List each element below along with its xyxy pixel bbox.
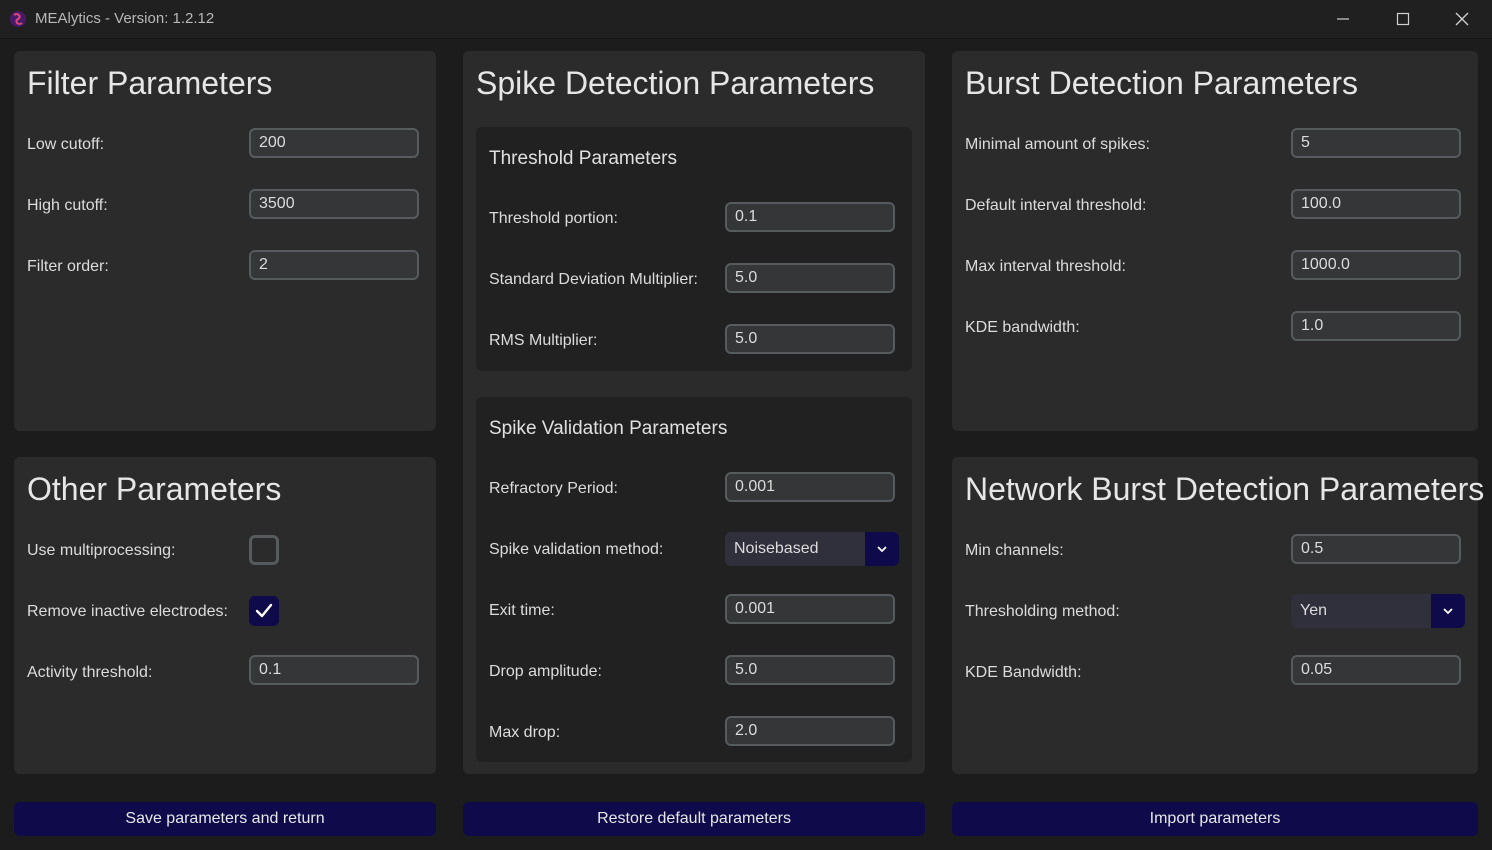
min-channels-label: Min channels: <box>965 542 1064 559</box>
low-cutoff-input[interactable] <box>249 128 419 158</box>
high-cutoff-label: High cutoff: <box>27 197 108 214</box>
network-burst-title: Network Burst Detection Parameters <box>965 471 1485 507</box>
filter-parameters-title: Filter Parameters <box>27 65 273 101</box>
validation-method-value: Noisebased <box>725 532 865 566</box>
title-bar: MEAlytics - Version: 1.2.12 <box>0 0 1492 39</box>
activity-threshold-label: Activity threshold: <box>27 664 153 681</box>
chevron-down-icon[interactable] <box>865 532 899 566</box>
spike-validation-subpanel: Spike Validation Parameters Refractory P… <box>476 397 912 762</box>
kde-bandwidth-input[interactable] <box>1291 311 1461 341</box>
network-kde-bandwidth-label: KDE Bandwidth: <box>965 664 1082 681</box>
kde-bandwidth-label: KDE bandwidth: <box>965 319 1080 336</box>
rms-multiplier-input[interactable] <box>725 324 895 354</box>
other-parameters-panel: Other Parameters Use multiprocessing: Re… <box>14 457 436 774</box>
thresholding-method-dropdown[interactable]: Yen <box>1291 594 1465 628</box>
refractory-period-input[interactable] <box>725 472 895 502</box>
thresholding-method-value: Yen <box>1291 594 1431 628</box>
refractory-period-label: Refractory Period: <box>489 480 618 497</box>
filter-order-input[interactable] <box>249 250 419 280</box>
checkmark-icon <box>255 603 273 618</box>
threshold-portion-label: Threshold portion: <box>489 210 618 227</box>
min-spikes-input[interactable] <box>1291 128 1461 158</box>
network-kde-bandwidth-input[interactable] <box>1291 655 1461 685</box>
std-multiplier-label: Standard Deviation Multiplier: <box>489 271 698 288</box>
restore-defaults-button[interactable]: Restore default parameters <box>463 802 925 836</box>
max-interval-label: Max interval threshold: <box>965 258 1126 275</box>
drop-amplitude-label: Drop amplitude: <box>489 663 602 680</box>
drop-amplitude-input[interactable] <box>725 655 895 685</box>
multiprocessing-label: Use multiprocessing: <box>27 542 176 559</box>
multiprocessing-checkbox[interactable] <box>249 535 279 565</box>
network-burst-panel: Network Burst Detection Parameters Min c… <box>952 457 1484 774</box>
remove-inactive-checkbox[interactable] <box>249 596 279 626</box>
close-icon <box>1455 12 1469 26</box>
minimize-button[interactable] <box>1320 0 1366 38</box>
min-spikes-label: Minimal amount of spikes: <box>965 136 1150 153</box>
spike-validation-title: Spike Validation Parameters <box>489 418 728 439</box>
burst-detection-title: Burst Detection Parameters <box>965 65 1359 101</box>
minimize-icon <box>1337 18 1349 20</box>
close-button[interactable] <box>1439 0 1485 38</box>
spike-detection-panel: Spike Detection Parameters Threshold Par… <box>463 51 925 774</box>
threshold-portion-input[interactable] <box>725 202 895 232</box>
high-cutoff-input[interactable] <box>249 189 419 219</box>
remove-inactive-label: Remove inactive electrodes: <box>27 603 228 620</box>
thresholding-method-label: Thresholding method: <box>965 603 1120 620</box>
filter-order-label: Filter order: <box>27 258 109 275</box>
import-parameters-button[interactable]: Import parameters <box>952 802 1478 836</box>
max-drop-input[interactable] <box>725 716 895 746</box>
burst-detection-panel: Burst Detection Parameters Minimal amoun… <box>952 51 1478 431</box>
std-multiplier-input[interactable] <box>725 263 895 293</box>
default-interval-label: Default interval threshold: <box>965 197 1147 214</box>
app-logo-icon <box>10 11 26 27</box>
maximize-icon <box>1396 12 1410 26</box>
window-title: MEAlytics - Version: 1.2.12 <box>35 10 215 27</box>
low-cutoff-label: Low cutoff: <box>27 136 105 153</box>
save-parameters-button[interactable]: Save parameters and return <box>14 802 436 836</box>
exit-time-input[interactable] <box>725 594 895 624</box>
validation-method-label: Spike validation method: <box>489 541 664 558</box>
activity-threshold-input[interactable] <box>249 655 419 685</box>
max-drop-label: Max drop: <box>489 724 561 741</box>
validation-method-dropdown[interactable]: Noisebased <box>725 532 899 566</box>
filter-parameters-panel: Filter Parameters Low cutoff: High cutof… <box>14 51 436 431</box>
threshold-parameters-subpanel: Threshold Parameters Threshold portion: … <box>476 127 912 371</box>
spike-detection-title: Spike Detection Parameters <box>476 65 875 101</box>
chevron-down-icon[interactable] <box>1431 594 1465 628</box>
maximize-button[interactable] <box>1380 0 1426 38</box>
rms-multiplier-label: RMS Multiplier: <box>489 332 598 349</box>
exit-time-label: Exit time: <box>489 602 555 619</box>
default-interval-input[interactable] <box>1291 189 1461 219</box>
threshold-parameters-title: Threshold Parameters <box>489 148 677 169</box>
other-parameters-title: Other Parameters <box>27 471 282 507</box>
max-interval-input[interactable] <box>1291 250 1461 280</box>
min-channels-input[interactable] <box>1291 534 1461 564</box>
